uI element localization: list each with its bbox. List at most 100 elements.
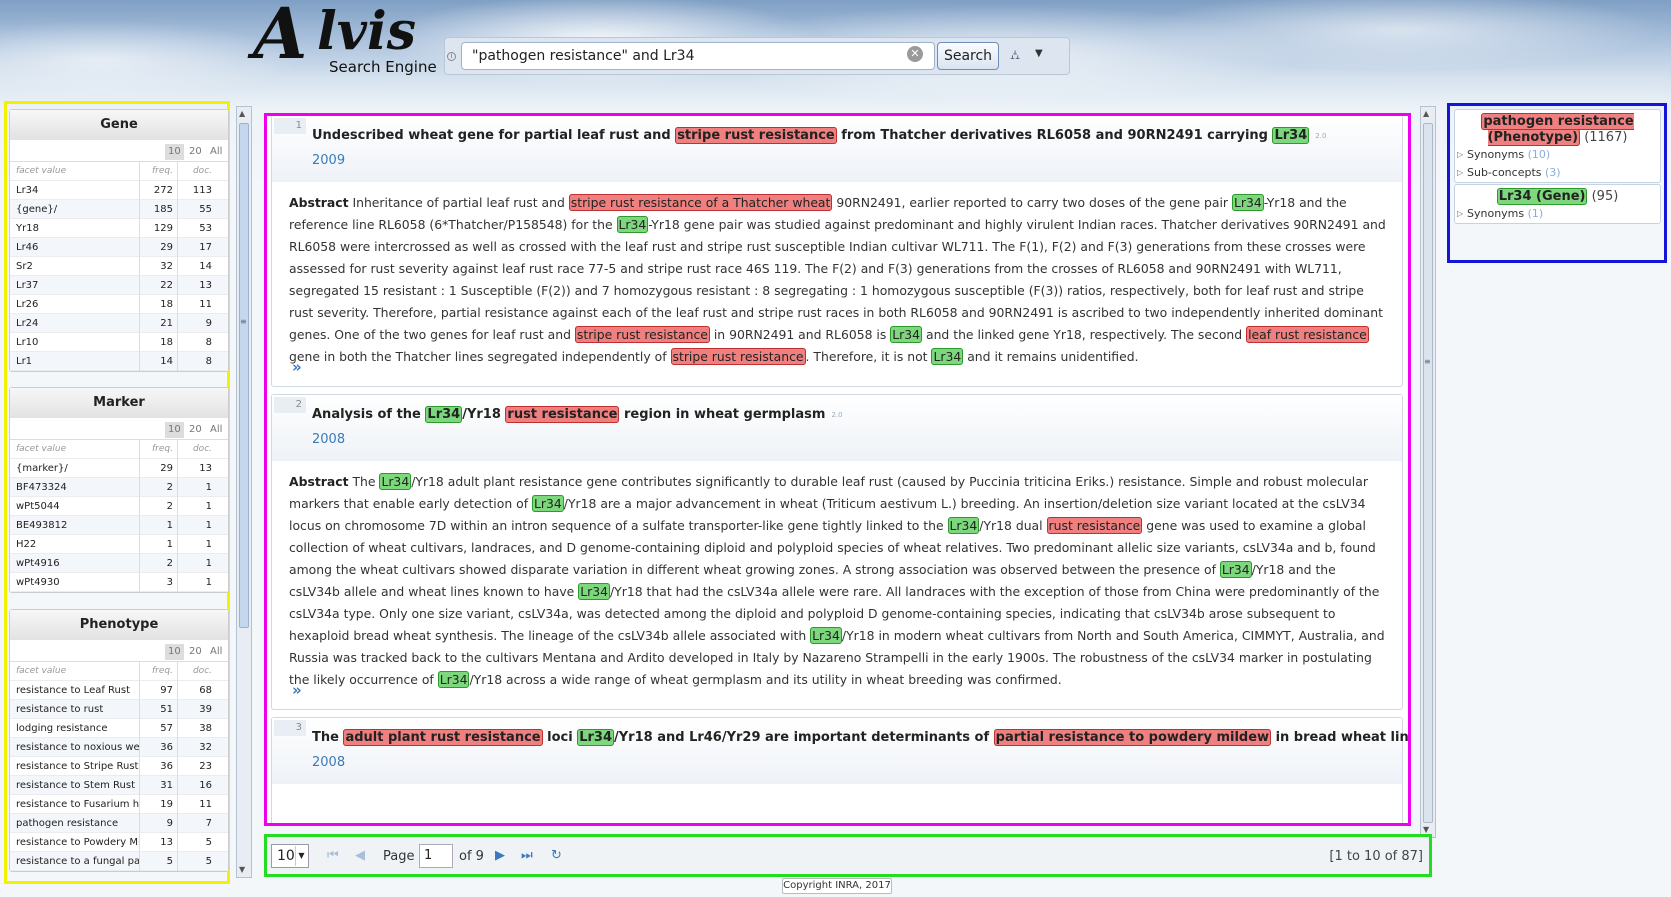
concept-name[interactable]: Lr34 (Gene) bbox=[1496, 188, 1588, 205]
info-icon[interactable]: i bbox=[447, 52, 456, 61]
facet-value[interactable]: wPt5044 bbox=[16, 497, 140, 516]
page-size-select[interactable]: 10 ▼ bbox=[271, 844, 309, 868]
gene-highlight[interactable]: Lr34 bbox=[578, 583, 610, 600]
facet-limit-20[interactable]: 20 bbox=[186, 644, 205, 660]
gene-highlight[interactable]: Lr34 bbox=[947, 517, 980, 534]
last-page-icon[interactable]: ⏭ bbox=[521, 848, 533, 863]
facet-value[interactable]: BE493812 bbox=[16, 516, 140, 535]
prev-page-icon[interactable]: ◀ bbox=[355, 848, 365, 863]
chevron-down-icon[interactable]: ▼ bbox=[1035, 48, 1043, 59]
facet-value[interactable]: resistance to Stem Rust bbox=[16, 776, 140, 795]
gene-highlight[interactable]: Lr34 bbox=[532, 495, 564, 512]
expand-double-chevron-icon[interactable]: » bbox=[292, 358, 302, 376]
gene-highlight[interactable]: Lr34 bbox=[810, 627, 842, 644]
facet-row[interactable]: wPt5044 2 1 bbox=[10, 497, 228, 516]
alvis-logo[interactable]: A lvis Search Engine bbox=[253, 0, 443, 78]
facet-row[interactable]: Lr1 14 8 bbox=[10, 352, 228, 371]
facet-row[interactable]: Lr34 272 113 bbox=[10, 181, 228, 200]
facet-value[interactable]: wPt4916 bbox=[16, 554, 140, 573]
facet-row[interactable]: resistance to Powdery Mi 13 5 bbox=[10, 833, 228, 852]
facet-limit-20[interactable]: 20 bbox=[186, 144, 205, 160]
facet-value[interactable]: Lr10 bbox=[16, 333, 140, 352]
facet-row[interactable]: BE493812 1 1 bbox=[10, 516, 228, 535]
facet-row[interactable]: H22 1 1 bbox=[10, 535, 228, 554]
next-page-icon[interactable]: ▶ bbox=[495, 848, 505, 863]
document-title[interactable]: The adult plant rust resistance loci Lr3… bbox=[312, 728, 1408, 748]
facet-row[interactable]: resistance to Stem Rust 31 16 bbox=[10, 776, 228, 795]
phenotype-highlight[interactable]: stripe rust resistance bbox=[675, 127, 837, 144]
facet-row[interactable]: Sr2 32 14 bbox=[10, 257, 228, 276]
gene-highlight[interactable]: Lr34 bbox=[577, 729, 615, 746]
triangle-right-icon[interactable]: ▷ bbox=[1457, 146, 1463, 164]
facet-row[interactable]: resistance to Leaf Rust 97 68 bbox=[10, 681, 228, 700]
facet-value[interactable]: Lr26 bbox=[16, 295, 140, 314]
chevron-down-icon[interactable]: ▼ bbox=[295, 846, 307, 866]
facet-row[interactable]: resistance to rust 51 39 bbox=[10, 700, 228, 719]
facet-value[interactable]: wPt4930 bbox=[16, 573, 140, 592]
scroll-up-icon[interactable]: ▲ bbox=[239, 109, 245, 118]
facet-row[interactable]: lodging resistance 57 38 bbox=[10, 719, 228, 738]
facet-value[interactable]: BF473324 bbox=[16, 478, 140, 497]
facet-row[interactable]: Lr26 18 11 bbox=[10, 295, 228, 314]
facet-value[interactable]: Sr2 bbox=[16, 257, 140, 276]
facet-limit-10[interactable]: 10 bbox=[165, 144, 184, 160]
facet-value[interactable]: pathogen resistance bbox=[16, 814, 140, 833]
scroll-thumb[interactable] bbox=[1423, 123, 1433, 823]
scroll-down-icon[interactable]: ▼ bbox=[1423, 825, 1429, 834]
document-title[interactable]: Undescribed wheat gene for partial leaf … bbox=[312, 126, 1402, 146]
scroll-thumb[interactable] bbox=[239, 123, 249, 628]
facet-row[interactable]: resistance to noxious wee 36 32 bbox=[10, 738, 228, 757]
gene-highlight[interactable]: Lr34 bbox=[890, 326, 923, 343]
facet-limit-10[interactable]: 10 bbox=[165, 644, 184, 660]
facet-row[interactable]: wPt4930 3 1 bbox=[10, 573, 228, 592]
phenotype-highlight[interactable]: partial resistance to powdery mildew bbox=[993, 729, 1272, 746]
gene-highlight[interactable]: Lr34 bbox=[425, 406, 463, 423]
refresh-icon[interactable]: ↻ bbox=[551, 848, 562, 863]
facet-row[interactable]: Lr24 21 9 bbox=[10, 314, 228, 333]
phenotype-highlight[interactable]: rust resistance bbox=[505, 406, 620, 423]
facet-value[interactable]: Lr34 bbox=[16, 181, 140, 200]
facet-row[interactable]: {gene}/185 55 bbox=[10, 200, 228, 219]
facet-value[interactable]: Lr37 bbox=[16, 276, 140, 295]
facet-value[interactable]: {gene}/ bbox=[16, 200, 140, 219]
facet-value[interactable]: lodging resistance bbox=[16, 719, 140, 738]
facet-limit-all[interactable]: All bbox=[207, 422, 225, 438]
gene-highlight[interactable]: Lr34 bbox=[931, 348, 964, 365]
facet-row[interactable]: Yr18 129 53 bbox=[10, 219, 228, 238]
first-page-icon[interactable]: ⏮ bbox=[327, 848, 339, 863]
facet-scrollbar[interactable]: ▲ ≡ ▼ bbox=[236, 106, 252, 878]
facet-value[interactable]: resistance to Fusarium he bbox=[16, 795, 140, 814]
triangle-right-icon[interactable]: ▷ bbox=[1457, 205, 1463, 223]
phenotype-highlight[interactable]: adult plant rust resistance bbox=[343, 729, 543, 746]
facet-value[interactable]: resistance to a fungal pat bbox=[16, 852, 140, 871]
phenotype-highlight[interactable]: stripe rust resistance bbox=[670, 348, 806, 365]
facet-row[interactable]: {marker}/29 13 bbox=[10, 459, 228, 478]
facet-row[interactable]: resistance to Fusarium he 19 11 bbox=[10, 795, 228, 814]
phenotype-highlight[interactable]: rust resistance bbox=[1046, 517, 1143, 534]
gene-highlight[interactable]: Lr34 bbox=[1272, 127, 1310, 144]
concept-expander[interactable]: ▷ Synonyms (10) bbox=[1455, 146, 1660, 164]
phenotype-highlight[interactable]: stripe rust resistance of a Thatcher whe… bbox=[568, 194, 833, 211]
facet-value[interactable]: resistance to Stripe Rust bbox=[16, 757, 140, 776]
search-input[interactable]: "pathogen resistance" and Lr34 bbox=[461, 42, 935, 70]
facet-value[interactable]: resistance to Leaf Rust bbox=[16, 681, 140, 700]
gene-highlight[interactable]: Lr34 bbox=[1219, 561, 1252, 578]
facet-row[interactable]: BF473324 2 1 bbox=[10, 478, 228, 497]
facet-value[interactable]: resistance to rust bbox=[16, 700, 140, 719]
facet-row[interactable]: resistance to a fungal pat 5 5 bbox=[10, 852, 228, 871]
scroll-up-icon[interactable]: ▲ bbox=[1423, 109, 1429, 118]
hierarchy-icon[interactable]: ⛼ bbox=[1010, 48, 1030, 64]
facet-limit-20[interactable]: 20 bbox=[186, 422, 205, 438]
facet-limit-all[interactable]: All bbox=[207, 144, 225, 160]
clear-icon[interactable]: ✕ bbox=[907, 46, 923, 62]
facet-row[interactable]: resistance to Stripe Rust 36 23 bbox=[10, 757, 228, 776]
facet-value[interactable]: Lr46 bbox=[16, 238, 140, 257]
gene-highlight[interactable]: Lr34 bbox=[616, 216, 649, 233]
phenotype-highlight[interactable]: stripe rust resistance bbox=[574, 326, 710, 343]
facet-value[interactable]: Yr18 bbox=[16, 219, 140, 238]
scroll-down-icon[interactable]: ▼ bbox=[239, 865, 245, 874]
document-title[interactable]: Analysis of the Lr34/Yr18 rust resistanc… bbox=[312, 405, 1402, 425]
facet-value[interactable]: resistance to noxious wee bbox=[16, 738, 140, 757]
facet-value[interactable]: {marker}/ bbox=[16, 459, 140, 478]
results-scrollbar[interactable]: ▲ ≡ ▼ bbox=[1420, 106, 1436, 838]
